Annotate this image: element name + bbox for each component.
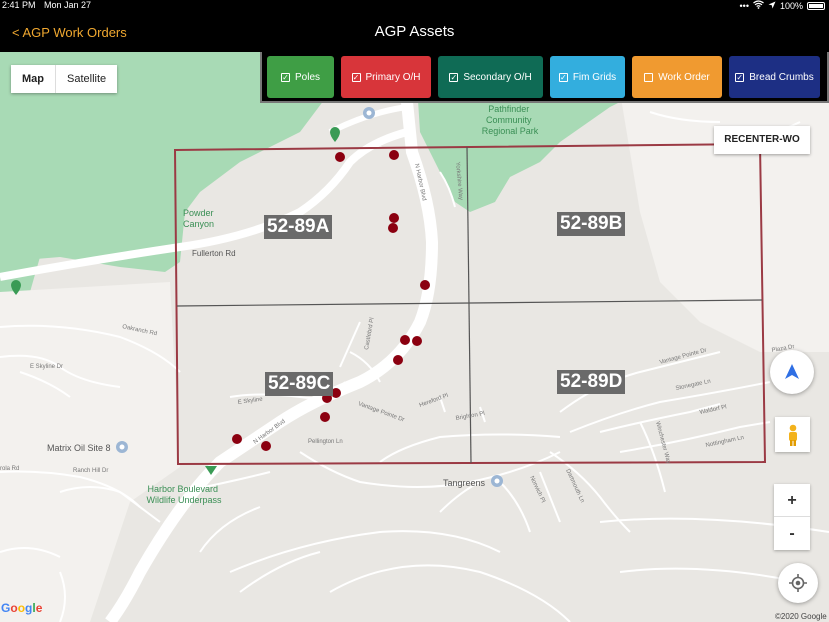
pole-marker <box>232 434 242 444</box>
checkbox-icon: ✓ <box>449 72 459 82</box>
tangreens-pin-icon <box>491 475 503 487</box>
layer-label: Poles <box>294 71 320 83</box>
pole-marker <box>320 412 330 422</box>
map-canvas: Pathfinder Community Regional Park Powde… <box>0 52 829 622</box>
grid-label-c: 52-89C <box>265 372 334 396</box>
google-letter: o <box>17 601 26 615</box>
layer-secondary-oh-button[interactable]: ✓ Secondary O/H <box>438 56 543 98</box>
crosshair-icon <box>789 574 807 592</box>
street-label-stonegate: Stonegate Ln <box>675 379 711 392</box>
zoom-in-button[interactable]: + <box>774 484 810 517</box>
map-type-map-button[interactable]: Map <box>11 65 56 93</box>
fullerton-rd-label: Fullerton Rd <box>192 249 236 258</box>
pole-marker <box>420 280 430 290</box>
checkbox-icon <box>644 72 654 82</box>
green-pin-icon-north <box>330 127 340 142</box>
street-label-vantage-1: Vantage Pointe Dr <box>357 401 405 423</box>
status-bar: 2:41 PM Mon Jan 27 ••• 100% <box>0 0 829 12</box>
tangreens-label: Tangreens <box>443 478 486 488</box>
google-letter: e <box>35 601 43 615</box>
layer-poles-button[interactable]: ✓ Poles <box>267 56 334 98</box>
checkbox-icon: ✓ <box>280 72 290 82</box>
status-date: Mon Jan 27 <box>44 0 92 10</box>
street-label-skyline: E Skyline <box>237 396 263 406</box>
recenter-wo-button[interactable]: RECENTER-WO <box>714 126 810 154</box>
layer-label: Secondary O/H <box>463 71 532 83</box>
map-copyright: ©2020 Google <box>775 612 827 621</box>
zoom-control: + - <box>774 484 810 550</box>
matrix-oil-label: Matrix Oil Site 8 <box>47 443 111 453</box>
street-label-dartmouth: Dartmouth Ln <box>564 468 585 503</box>
wifi-icon <box>753 0 764 11</box>
layer-label: Bread Crumbs <box>749 71 814 83</box>
park-line-1: Pathfinder <box>488 104 529 114</box>
navigation-arrow-icon <box>785 364 799 379</box>
battery-icon <box>807 1 825 10</box>
map-view[interactable]: Pathfinder Community Regional Park Powde… <box>0 52 829 622</box>
grid-label-d: 52-89D <box>557 370 626 394</box>
layer-label: Work Order <box>658 71 710 83</box>
status-time: 2:41 PM <box>2 0 36 10</box>
street-view-pegman-button[interactable] <box>775 417 810 452</box>
google-letter: G <box>1 601 11 615</box>
checkbox-icon: ✓ <box>351 72 361 82</box>
google-logo: Google <box>1 601 42 615</box>
navigation-bar: < AGP Work Orders AGP Assets <box>0 12 829 52</box>
location-arrow-icon <box>768 1 776 11</box>
pole-marker <box>400 335 410 345</box>
street-label-ranch-hill: Ranch Hill Dr <box>73 468 108 474</box>
pole-marker <box>261 441 271 451</box>
pole-marker <box>393 355 403 365</box>
pole-marker <box>412 336 422 346</box>
layer-label: Fim Grids <box>572 71 617 83</box>
street-label-e-skyline: E Skyline Dr <box>30 364 63 370</box>
pole-marker <box>389 213 399 223</box>
status-icons: ••• 100% <box>740 0 825 11</box>
layer-label: Primary O/H <box>365 71 421 83</box>
matrix-pin-icon <box>116 441 128 453</box>
layer-work-order-button[interactable]: Work Order <box>632 56 722 98</box>
pathfinder-park-label: Pathfinder Community Regional Park <box>482 104 539 136</box>
park-pin-icon <box>363 107 375 119</box>
powder-canyon-label: Powder Canyon <box>183 208 216 229</box>
pole-marker <box>335 152 345 162</box>
checkbox-icon: ✓ <box>558 72 568 82</box>
layer-fim-grids-button[interactable]: ✓ Fim Grids <box>550 56 625 98</box>
map-type-toggle: Map Satellite <box>11 65 118 93</box>
pole-marker <box>388 223 398 233</box>
pole-markers <box>232 150 430 451</box>
grid-label-a: 52-89A <box>264 215 333 239</box>
harbor-underpass-label: Harbor Boulevard Wildlife Underpass <box>146 484 222 505</box>
layer-toggle-bar: ✓ Poles ✓ Primary O/H ✓ Secondary O/H ✓ … <box>260 52 829 103</box>
checkbox-icon: ✓ <box>735 72 745 82</box>
layer-primary-oh-button[interactable]: ✓ Primary O/H <box>341 56 431 98</box>
street-label-rolla: rola Rd <box>0 466 19 472</box>
map-type-satellite-button[interactable]: Satellite <box>56 65 117 93</box>
park-line-3: Regional Park <box>482 126 539 136</box>
park-line-2: Community <box>486 115 532 125</box>
street-label-waldorf: Waldorf Pl <box>699 404 727 416</box>
page-title: AGP Assets <box>374 23 455 40</box>
status-dots: ••• <box>739 0 749 11</box>
layer-bread-crumbs-button[interactable]: ✓ Bread Crumbs <box>729 56 820 98</box>
street-label-pellington: Pellington Ln <box>308 439 343 445</box>
pole-marker <box>389 150 399 160</box>
street-label-castlebrd: Castlebrd Pl <box>364 317 376 350</box>
navigation-mode-button[interactable] <box>770 350 814 394</box>
grid-label-b: 52-89B <box>557 212 626 236</box>
pegman-icon <box>788 424 797 446</box>
google-letter: o <box>10 601 18 615</box>
battery-percent: 100% <box>779 0 803 11</box>
street-label-hereford: Hereford Pl <box>419 393 450 409</box>
street-label-nottingham: Nottingham Ln <box>705 435 744 449</box>
zoom-out-button[interactable]: - <box>774 517 810 550</box>
my-location-button[interactable] <box>778 563 818 603</box>
